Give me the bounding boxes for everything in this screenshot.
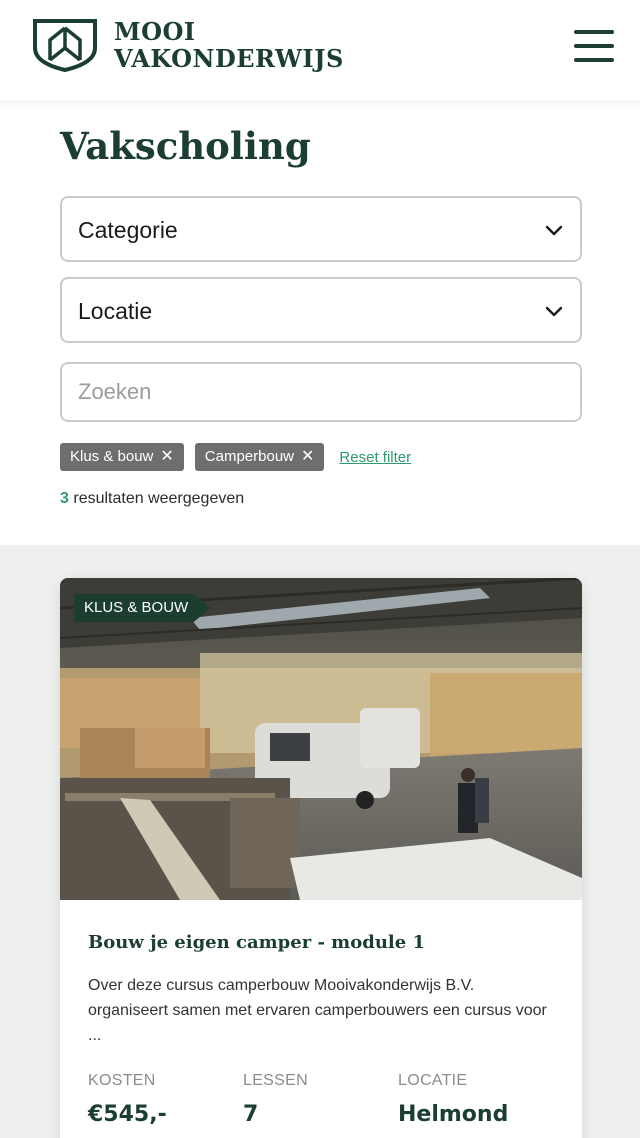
location-select-label: Locatie <box>78 298 153 324</box>
course-title[interactable]: Bouw je eigen camper - module 1 <box>88 932 425 953</box>
meta-costs: KOSTEN €545,- <box>88 1072 167 1127</box>
meta-label: KOSTEN <box>88 1072 156 1089</box>
results-count: 3 resultaten weergegeven <box>60 490 244 508</box>
results-number: 3 <box>60 490 69 507</box>
meta-label: LESSEN <box>243 1072 308 1089</box>
reset-filter-link[interactable]: Reset filter <box>339 449 411 466</box>
meta-value: Helmond <box>398 1102 509 1127</box>
close-icon[interactable]: ✕ <box>301 443 314 471</box>
course-description: Over deze cursus camperbouw Mooivakonder… <box>88 977 547 1044</box>
hamburger-icon[interactable] <box>574 30 614 66</box>
category-select-label: Categorie <box>78 217 178 243</box>
meta-label: LOCATIE <box>398 1072 468 1089</box>
site-header: MOOI VAKONDERWIJS <box>0 0 640 100</box>
meta-lessons: LESSEN 7 <box>243 1072 308 1127</box>
page-title: Vakscholing <box>60 124 311 168</box>
filter-chip-camperbouw[interactable]: Camperbouw ✕ <box>194 443 325 471</box>
site-logo[interactable]: MOOI VAKONDERWIJS <box>32 18 344 72</box>
chevron-down-icon <box>545 225 563 236</box>
filter-chip-label: Klus & bouw <box>70 448 154 465</box>
logo-line-2: VAKONDERWIJS <box>114 44 344 73</box>
filter-chip-label: Camperbouw <box>204 448 295 465</box>
search-input[interactable] <box>60 362 582 422</box>
active-filters: Klus & bouw ✕ Camperbouw ✕ Reset filter <box>60 443 411 471</box>
results-list: KLUS & BOUW Bouw je eigen camper - modul… <box>0 545 640 1138</box>
category-tag: KLUS & BOUW <box>74 594 211 622</box>
course-card[interactable]: KLUS & BOUW Bouw je eigen camper - modul… <box>60 578 582 1138</box>
chevron-down-icon <box>545 306 563 317</box>
results-text: resultaten weergegeven <box>73 490 245 507</box>
logo-text: MOOI VAKONDERWIJS <box>114 18 344 72</box>
meta-value: €545,- <box>88 1102 167 1127</box>
shield-icon <box>33 19 97 72</box>
course-photo <box>60 578 582 900</box>
meta-location: LOCATIE Helmond <box>398 1072 508 1127</box>
filter-section: Vakscholing Categorie Locatie Klus & bou… <box>0 100 640 545</box>
filter-chip-klus-bouw[interactable]: Klus & bouw ✕ <box>60 443 184 471</box>
meta-value: 7 <box>243 1102 259 1127</box>
logo-line-1: MOOI <box>114 17 196 46</box>
category-select[interactable]: Categorie <box>60 196 582 262</box>
close-icon[interactable]: ✕ <box>160 443 173 471</box>
location-select[interactable]: Locatie <box>60 277 582 343</box>
